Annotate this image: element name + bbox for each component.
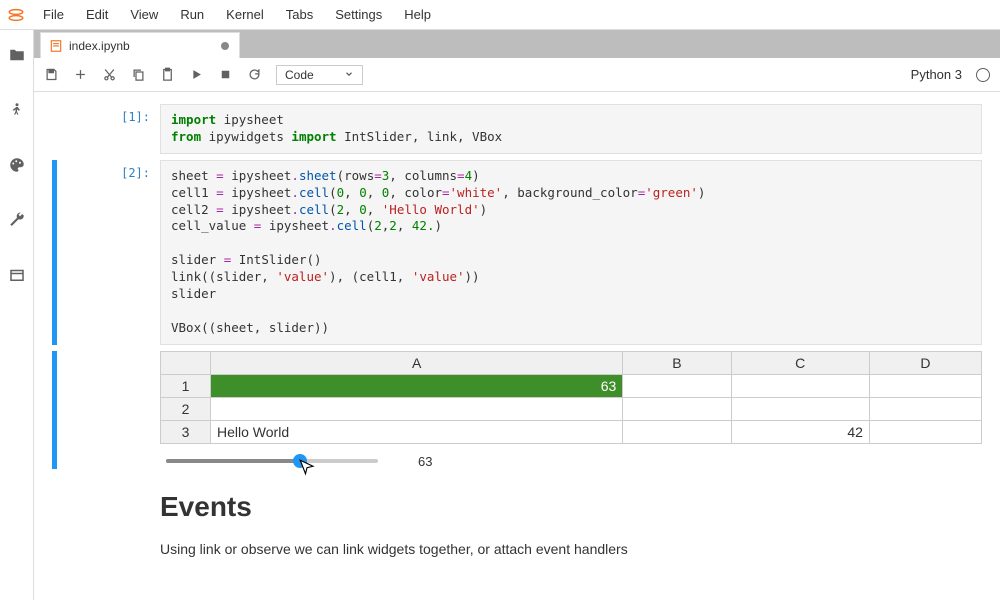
sheet-cell[interactable]: [211, 397, 623, 420]
code-cell[interactable]: [2]: sheet = ipysheet.sheet(rows=3, colu…: [52, 160, 982, 345]
copy-button[interactable]: [131, 67, 146, 82]
ipysheet[interactable]: ABCD 16323Hello World 42: [160, 351, 982, 444]
folder-icon[interactable]: [8, 46, 26, 67]
slider-value: 63: [418, 454, 432, 469]
tabs-icon[interactable]: [8, 266, 26, 287]
sheet-cell[interactable]: [623, 374, 731, 397]
menu-settings[interactable]: Settings: [324, 1, 393, 28]
menu-file[interactable]: File: [32, 1, 75, 28]
jupyter-logo: [0, 6, 32, 24]
sidebar: [0, 30, 34, 600]
col-header[interactable]: D: [869, 351, 981, 374]
sheet-cell[interactable]: 42: [731, 420, 869, 443]
code-cell[interactable]: [1]: import ipysheet from ipywidgets imp…: [52, 104, 982, 154]
stop-button[interactable]: [218, 67, 233, 82]
col-header[interactable]: B: [623, 351, 731, 374]
sheet-cell[interactable]: [623, 397, 731, 420]
row-header[interactable]: 2: [161, 397, 211, 420]
row-header[interactable]: 1: [161, 374, 211, 397]
menu-run[interactable]: Run: [169, 1, 215, 28]
tab-bar: index.ipynb: [34, 30, 1000, 58]
tab-title: index.ipynb: [69, 39, 130, 53]
menu-help[interactable]: Help: [393, 1, 442, 28]
tab-index-ipynb[interactable]: index.ipynb: [40, 32, 240, 58]
kernel-status-icon[interactable]: [976, 68, 990, 82]
unsaved-indicator-icon: [221, 42, 229, 50]
sheet-cell[interactable]: [731, 374, 869, 397]
palette-icon[interactable]: [8, 156, 26, 177]
running-icon[interactable]: [8, 101, 26, 122]
menu-view[interactable]: View: [119, 1, 169, 28]
slider-thumb[interactable]: [293, 454, 307, 468]
save-button[interactable]: [44, 67, 59, 82]
cell-type-select[interactable]: Code: [276, 65, 363, 85]
kernel-name[interactable]: Python 3: [911, 67, 962, 82]
sheet-cell[interactable]: [731, 397, 869, 420]
wrench-icon[interactable]: [8, 211, 26, 232]
cell-prompt: [2]:: [90, 160, 160, 345]
row-header[interactable]: 3: [161, 420, 211, 443]
restart-button[interactable]: [247, 67, 262, 82]
markdown-cell[interactable]: Events Using link or observe we can link…: [52, 491, 982, 560]
menubar: FileEditViewRunKernelTabsSettingsHelp: [32, 1, 442, 28]
sheet-cell[interactable]: [623, 420, 731, 443]
chevron-down-icon: [344, 68, 354, 82]
cut-button[interactable]: [102, 67, 117, 82]
run-button[interactable]: [189, 67, 204, 82]
paste-button[interactable]: [160, 67, 175, 82]
sheet-cell[interactable]: [869, 374, 981, 397]
col-header[interactable]: C: [731, 351, 869, 374]
col-header[interactable]: A: [211, 351, 623, 374]
menu-tabs[interactable]: Tabs: [275, 1, 324, 28]
menu-edit[interactable]: Edit: [75, 1, 119, 28]
top-bar: FileEditViewRunKernelTabsSettingsHelp: [0, 0, 1000, 30]
toolbar: Code Python 3: [34, 58, 1000, 92]
add-cell-button[interactable]: [73, 67, 88, 82]
menu-kernel[interactable]: Kernel: [215, 1, 275, 28]
markdown-text: Using link or observe we can link widget…: [160, 539, 982, 560]
heading-events: Events: [160, 491, 982, 523]
cell-output: ABCD 16323Hello World42 63: [52, 351, 982, 469]
notebook-area[interactable]: [1]: import ipysheet from ipywidgets imp…: [34, 92, 1000, 600]
sheet-cell[interactable]: [869, 420, 981, 443]
notebook-icon: [49, 39, 63, 53]
sheet-cell[interactable]: [869, 397, 981, 420]
active-cell-indicator: [52, 160, 57, 345]
cell-prompt: [1]:: [90, 104, 160, 154]
code-input[interactable]: import ipysheet from ipywidgets import I…: [160, 104, 982, 154]
code-input[interactable]: sheet = ipysheet.sheet(rows=3, columns=4…: [160, 160, 982, 345]
sheet-cell[interactable]: Hello World: [211, 420, 623, 443]
int-slider[interactable]: [166, 454, 378, 468]
sheet-cell[interactable]: 63: [211, 374, 623, 397]
